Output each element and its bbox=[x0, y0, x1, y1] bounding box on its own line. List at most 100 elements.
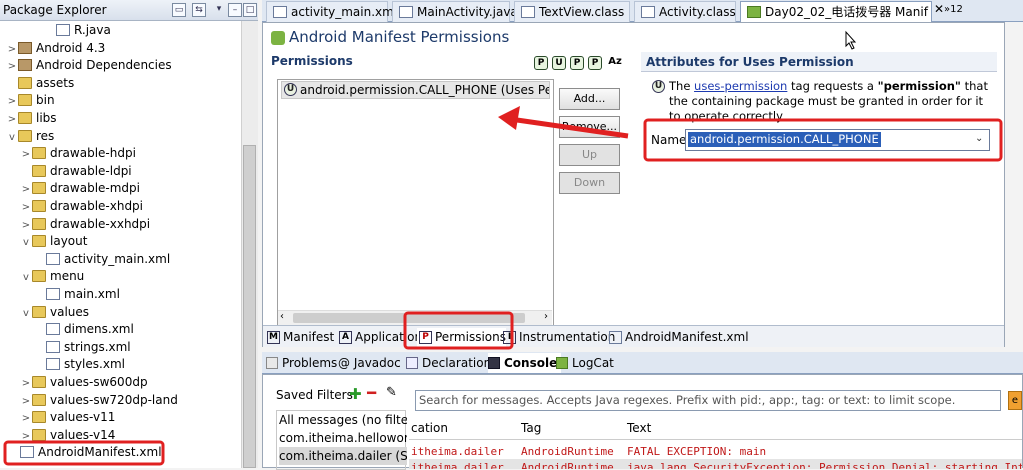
tree-item[interactable]: v menu bbox=[20, 268, 84, 285]
remove-filter-icon[interactable]: ━ bbox=[367, 384, 376, 402]
tree-item-label: Android 4.3 bbox=[36, 40, 106, 55]
tab-manifest[interactable]: M Manifest bbox=[265, 328, 334, 347]
add-filter-icon[interactable]: ✚ bbox=[349, 385, 362, 403]
maximize-icon[interactable]: □ bbox=[243, 3, 257, 17]
chevron-right-icon[interactable]: > bbox=[6, 58, 18, 75]
verbose-level-icon[interactable]: e bbox=[1008, 391, 1022, 410]
tab-androidmanifest-xml[interactable]: AndroidManifest.xml bbox=[607, 328, 749, 347]
edit-filter-icon[interactable]: ✎ bbox=[386, 385, 397, 400]
uses-permission-filter-icon[interactable]: U bbox=[552, 56, 566, 70]
tab-mainactivity-java[interactable]: MainActivity.java bbox=[392, 1, 518, 22]
tree-item[interactable]: drawable-ldpi bbox=[20, 163, 132, 180]
tab-activity-main-xml[interactable]: activity_main.xml bbox=[266, 1, 397, 22]
tab-javadoc[interactable]: @ Javadoc bbox=[338, 353, 401, 373]
permissions-list[interactable] bbox=[277, 79, 554, 326]
tree-item[interactable]: > drawable-xhdpi bbox=[20, 198, 143, 215]
view-menu-icon[interactable]: ▾ bbox=[212, 3, 226, 17]
permission-group-filter-icon[interactable]: P bbox=[588, 56, 602, 70]
xml-file-icon bbox=[609, 331, 622, 344]
chevron-right-icon[interactable]: > bbox=[6, 41, 18, 58]
package-explorer-title: Package Explorer bbox=[3, 3, 107, 17]
remove-button[interactable]: Remove... bbox=[559, 116, 620, 138]
tree-item[interactable]: > Android 4.3 bbox=[6, 40, 106, 58]
tree-item[interactable]: > values-v11 bbox=[20, 409, 116, 427]
tree-item[interactable]: > libs bbox=[6, 110, 57, 127]
tab-permissions[interactable]: P Permissions bbox=[417, 328, 506, 347]
minimize-icon[interactable]: – bbox=[228, 3, 242, 17]
tab-instrumentation[interactable]: I Instrumentation bbox=[501, 328, 615, 347]
link-editor-icon[interactable]: ⇆ bbox=[192, 3, 206, 17]
chevron-down-icon[interactable]: v bbox=[20, 305, 32, 322]
down-button[interactable]: Down bbox=[559, 172, 620, 194]
tree-item[interactable]: > drawable-mdpi bbox=[20, 180, 140, 197]
tree-item[interactable]: styles.xml bbox=[34, 356, 125, 373]
permission-tree-filter-icon[interactable]: P bbox=[570, 56, 584, 70]
tree-item[interactable]: strings.xml bbox=[34, 339, 131, 356]
logcat-panel: Saved Filters ✚ ━ ✎ All messages (no fil… bbox=[262, 374, 1023, 470]
chevron-right-icon[interactable]: > bbox=[20, 393, 32, 410]
chevron-down-icon[interactable]: v bbox=[6, 129, 18, 146]
chevron-right-icon[interactable]: > bbox=[20, 146, 32, 163]
tab-declaration[interactable]: Declaration bbox=[406, 353, 491, 373]
close-tab-icon[interactable]: ✕ bbox=[934, 2, 944, 16]
uses-permission-link[interactable]: uses-permission bbox=[694, 79, 787, 93]
log-row-text[interactable]: FATAL EXCEPTION: main bbox=[627, 445, 766, 458]
tab-overflow[interactable]: »12 bbox=[944, 4, 963, 15]
tab-textview-class[interactable]: TextView.class bbox=[514, 1, 630, 22]
tree-item[interactable]: > drawable-hdpi bbox=[20, 145, 136, 162]
chevron-right-icon[interactable]: > bbox=[20, 181, 32, 198]
tree-item-label: Android Dependencies bbox=[36, 58, 172, 73]
log-row-app[interactable]: itheima.dailer bbox=[411, 445, 504, 458]
filter-helloworld[interactable]: com.itheima.helloworld bbox=[279, 429, 407, 447]
permissions-scrollbar-thumb[interactable] bbox=[293, 313, 525, 323]
tree-item-androidmanifest[interactable]: AndroidManifest.xml bbox=[8, 444, 162, 461]
tab-logcat[interactable]: LogCat bbox=[556, 353, 614, 373]
tab-application[interactable]: A Application bbox=[337, 328, 422, 347]
tree-item[interactable]: > values-sw720dp-land bbox=[20, 392, 178, 409]
log-row-tag[interactable]: AndroidRuntime bbox=[521, 445, 614, 458]
filter-dailer[interactable]: com.itheima.dailer (Sess bbox=[279, 447, 407, 465]
collapse-all-icon[interactable]: ▭ bbox=[172, 3, 186, 17]
permission-list-item[interactable]: U android.permission.CALL_PHONE (Uses Pe… bbox=[281, 81, 550, 99]
explorer-scrollbar-thumb[interactable] bbox=[243, 145, 256, 468]
chevron-down-icon[interactable]: v bbox=[20, 234, 32, 251]
chevron-right-icon[interactable]: > bbox=[20, 199, 32, 216]
logcat-header-divider bbox=[409, 439, 1022, 440]
tree-item[interactable]: assets bbox=[6, 75, 74, 92]
chevron-down-icon[interactable]: v bbox=[20, 269, 32, 286]
chevron-right-icon[interactable]: > bbox=[20, 410, 32, 427]
tree-item[interactable]: main.xml bbox=[34, 286, 120, 303]
tree-item[interactable]: v values bbox=[20, 304, 89, 321]
library-icon bbox=[18, 59, 32, 72]
chevron-right-icon[interactable]: > bbox=[6, 111, 18, 128]
sort-alpha-icon[interactable]: Az bbox=[608, 56, 622, 70]
scroll-right-icon[interactable]: › bbox=[544, 311, 548, 322]
tree-item[interactable]: > Android Dependencies bbox=[6, 57, 172, 74]
chevron-down-icon[interactable]: ⌄ bbox=[975, 133, 983, 144]
tree-item[interactable]: > bin bbox=[6, 92, 55, 109]
tree-item[interactable]: v res bbox=[6, 128, 54, 145]
tree-item[interactable]: > values-v14 bbox=[20, 427, 116, 445]
sort-permission-icon[interactable]: P bbox=[534, 56, 548, 70]
tree-item[interactable]: > drawable-xxhdpi bbox=[20, 216, 150, 233]
scroll-left-icon[interactable]: ‹ bbox=[280, 311, 284, 322]
tree-item[interactable]: dimens.xml bbox=[34, 321, 134, 338]
name-field-value[interactable]: android.permission.CALL_PHONE bbox=[688, 132, 881, 147]
logcat-search-input[interactable]: Search for messages. Accepts Java regexe… bbox=[415, 390, 1001, 411]
chevron-right-icon[interactable]: > bbox=[20, 428, 32, 445]
tree-item[interactable]: v layout bbox=[20, 233, 87, 250]
chevron-right-icon[interactable]: > bbox=[6, 93, 18, 110]
chevron-right-icon[interactable]: > bbox=[20, 375, 32, 392]
tab-manifest-editor[interactable]: Day02_02_电话拨号器 Manif bbox=[740, 1, 932, 22]
tab-console[interactable]: Console bbox=[488, 353, 562, 373]
tree-item[interactable]: > values-sw600dp bbox=[20, 374, 148, 391]
tab-activity-class[interactable]: Activity.class bbox=[634, 1, 736, 22]
tab-problems[interactable]: Problems bbox=[266, 353, 337, 373]
tree-item[interactable]: R.java bbox=[44, 22, 111, 39]
add-button[interactable]: Add... bbox=[559, 88, 620, 110]
up-button[interactable]: Up bbox=[559, 144, 620, 166]
filter-all-messages[interactable]: All messages (no filters) bbox=[279, 411, 407, 429]
java-file-icon bbox=[399, 6, 413, 18]
tree-item[interactable]: activity_main.xml bbox=[34, 251, 170, 268]
chevron-right-icon[interactable]: > bbox=[20, 217, 32, 234]
